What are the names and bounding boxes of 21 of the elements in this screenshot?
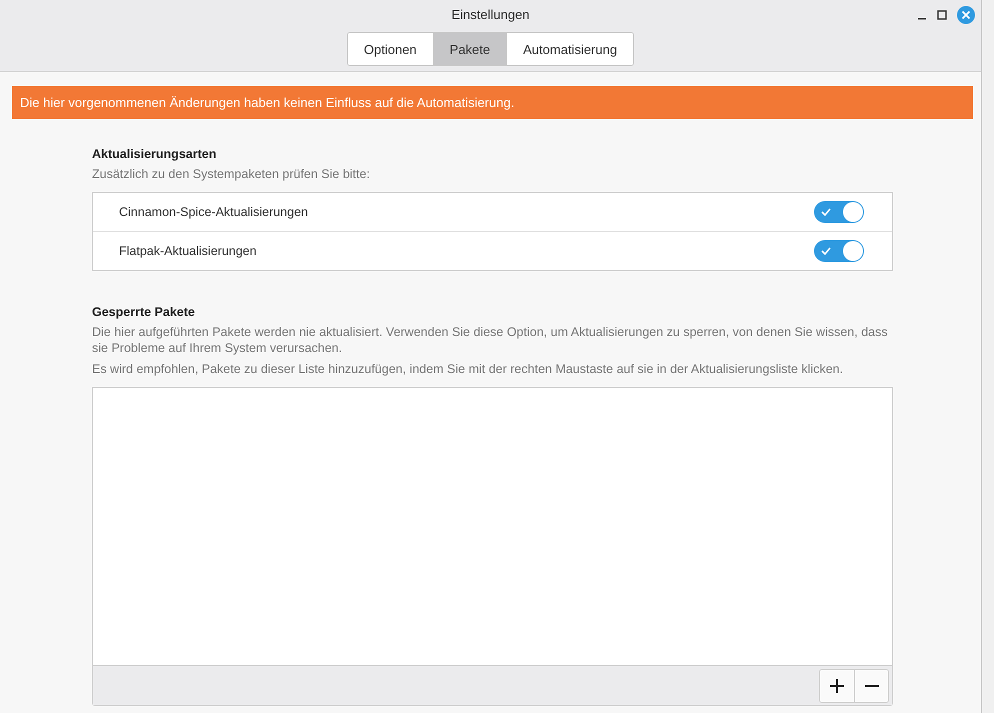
section-heading: Aktualisierungsarten bbox=[92, 147, 218, 161]
section-subtitle: Zusätzlich zu den Systempaketen prüfen Sie bitte: bbox=[92, 166, 371, 182]
close-icon[interactable] bbox=[957, 6, 975, 24]
check-icon bbox=[821, 247, 831, 255]
description-text: Es wird empfohlen, Pakete zu dieser Liste hinzuzufügen, indem Sie mit der rechten Maustaste auf sie in der Aktualisierungsliste klicken. bbox=[92, 361, 844, 377]
minus-icon bbox=[864, 684, 880, 686]
toggle-switch[interactable] bbox=[814, 201, 864, 223]
info-banner: Die hier vorgenommenen Änderungen haben keinen Einfluss auf die Automatisierung. bbox=[12, 86, 973, 119]
toggle-switch[interactable] bbox=[814, 240, 864, 262]
add-button[interactable] bbox=[820, 670, 854, 702]
description-text: Die hier aufgeführten Pakete werden nie aktualisiert. Verwenden Sie diese Option, um Aktualisierungen zu sperren, von denen Sie wissen, dass sie Probleme auf Ihrem System verursachen. bbox=[92, 324, 889, 356]
window-title: Einstellungen bbox=[451, 7, 530, 22]
setting-label: Flatpak-Aktualisierungen bbox=[119, 244, 257, 258]
remove-button[interactable] bbox=[854, 670, 888, 702]
tab[interactable]: Automatisierung bbox=[506, 33, 634, 65]
tab[interactable]: Pakete bbox=[432, 33, 506, 65]
maximize-icon[interactable] bbox=[937, 10, 947, 20]
setting-label: Cinnamon-Spice-Aktualisierungen bbox=[119, 205, 308, 219]
check-icon bbox=[821, 208, 831, 216]
plus-icon bbox=[829, 678, 845, 694]
section-heading: Gesperrte Pakete bbox=[92, 305, 196, 319]
